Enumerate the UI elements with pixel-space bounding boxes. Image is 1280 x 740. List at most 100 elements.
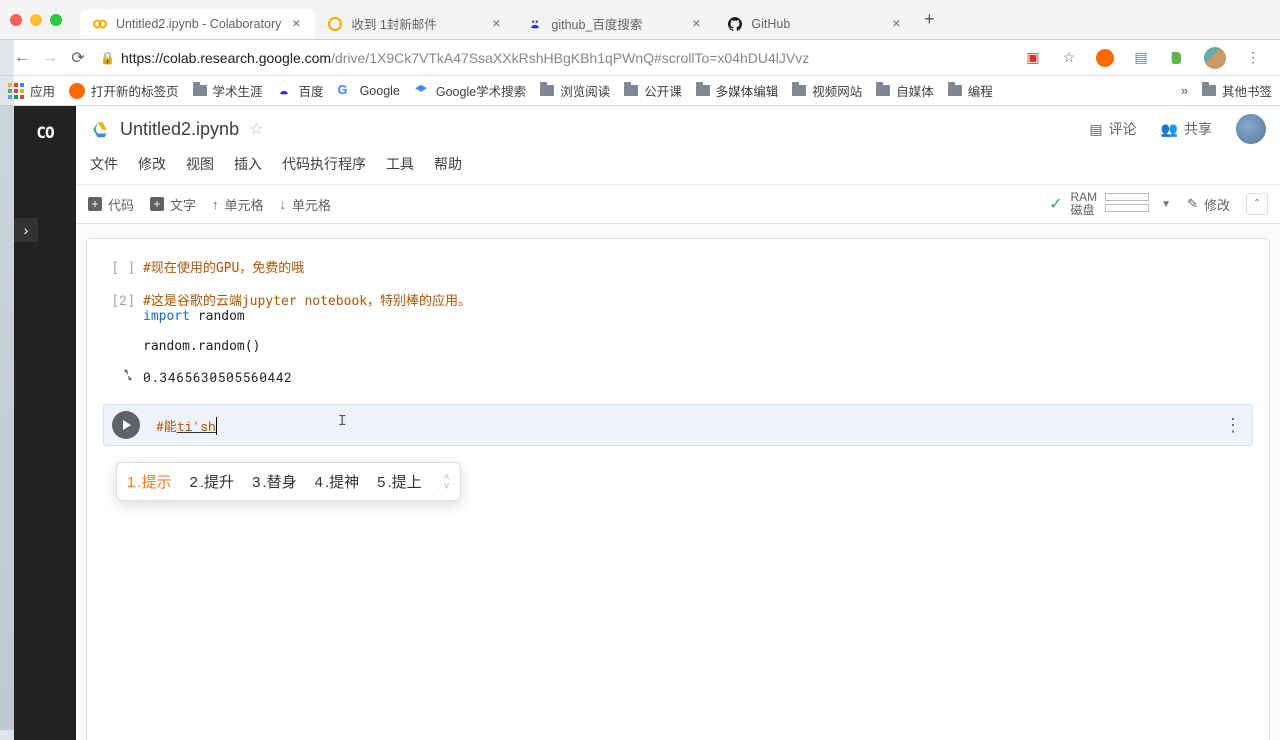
reload-button[interactable]: ⟳ — [64, 48, 92, 68]
menu-file[interactable]: 文件 — [90, 154, 118, 174]
code-call: random.random() — [143, 339, 260, 354]
bookmark-folder[interactable]: 编程 — [948, 81, 993, 100]
tab-close-icon[interactable]: × — [889, 17, 903, 31]
menu-edit[interactable]: 修改 — [138, 154, 166, 174]
extension-orange-icon[interactable] — [1096, 49, 1114, 67]
other-bookmarks[interactable]: 其他书签 — [1202, 81, 1272, 100]
expand-button[interactable]: ˆ — [1246, 193, 1268, 215]
tab-mail[interactable]: 收到 1封新邮件 × — [315, 9, 515, 39]
ime-cand-text: 替身 — [267, 474, 297, 491]
add-code-button[interactable]: +代码 — [88, 195, 134, 214]
menu-tools[interactable]: 工具 — [386, 154, 414, 174]
mail-favicon-icon — [327, 16, 343, 32]
url-path: /drive/1X9Ck7VTkA47SsaXXkRshHBgKBh1qPWnQ… — [331, 50, 809, 66]
ime-cand-num: 3 — [252, 474, 260, 491]
cell-down-label: 单元格 — [292, 195, 331, 214]
profile-avatar[interactable] — [1204, 47, 1226, 69]
comment-button[interactable]: ▤评论 — [1089, 119, 1136, 139]
code-cell-2[interactable]: [2] #这是谷歌的云端jupyter notebook，特别棒的应用。 imp… — [103, 290, 1253, 354]
tab-close-icon[interactable]: × — [289, 17, 303, 31]
bookmark-label: Google — [360, 84, 400, 98]
ime-candidate[interactable]: 3.替身 — [252, 471, 297, 492]
bookmark-item[interactable]: 百度 — [277, 81, 324, 100]
bookmark-item[interactable]: GGoogle — [338, 83, 400, 99]
menu-view[interactable]: 视图 — [186, 154, 214, 174]
output-value: 0.3465630505560442 — [143, 368, 292, 386]
bookmark-folder[interactable]: 学术生涯 — [193, 81, 263, 100]
window-close-button[interactable] — [10, 14, 22, 26]
tab-close-icon[interactable]: × — [489, 17, 503, 31]
ime-page-arrows[interactable]: ˄˅ — [444, 473, 450, 491]
code-editor[interactable]: #能ti'sh I — [148, 406, 1252, 445]
disk-meter — [1105, 204, 1149, 212]
bookmark-folder[interactable]: 视频网站 — [792, 81, 862, 100]
output-icon[interactable] — [103, 368, 135, 386]
cell-down-button[interactable]: 单元格 — [280, 195, 332, 214]
run-cell-button[interactable] — [112, 411, 140, 439]
add-text-button[interactable]: +文字 — [150, 195, 196, 214]
code-comment: #现在使用的GPU，免费的哦 — [143, 261, 304, 276]
folder-icon — [948, 85, 962, 96]
tab-github[interactable]: GitHub × — [715, 9, 915, 39]
bookmark-label: 学术生涯 — [213, 81, 263, 100]
edit-button[interactable]: ✎修改 — [1187, 195, 1230, 214]
arrow-down-icon — [280, 197, 287, 212]
menu-runtime[interactable]: 代码执行程序 — [282, 154, 366, 174]
new-tab-button[interactable]: + — [915, 9, 943, 30]
cell-menu-icon[interactable]: ⋮ — [1224, 415, 1242, 436]
sidebar-expand-button[interactable]: › — [14, 218, 38, 242]
browser-toolbar: ← → ⟳ 🔒 https://colab.research.google.co… — [0, 40, 1280, 76]
dropdown-icon[interactable]: ▼ — [1161, 199, 1171, 210]
folder-icon — [696, 85, 710, 96]
bookmarks-overflow-icon[interactable]: » — [1181, 84, 1188, 98]
bookmark-label: Google学术搜索 — [436, 81, 526, 100]
user-avatar[interactable] — [1236, 114, 1266, 144]
forward-button[interactable]: → — [36, 49, 64, 67]
menu-insert[interactable]: 插入 — [234, 154, 262, 174]
folder-icon — [540, 85, 554, 96]
cell-up-label: 单元格 — [225, 195, 264, 214]
apps-shortcut[interactable]: 应用 — [8, 81, 55, 100]
ime-cand-text: 提升 — [204, 474, 234, 491]
bookmark-folder[interactable]: 浏览阅读 — [540, 81, 610, 100]
notebook-title[interactable]: Untitled2.ipynb — [120, 119, 239, 140]
code-cell-1[interactable]: [ ] #现在使用的GPU，免费的哦 — [103, 257, 1253, 276]
tabs-container: Untitled2.ipynb - Colaboratory × 收到 1封新邮… — [80, 0, 1270, 39]
chrome-menu-icon[interactable]: ⋮ — [1244, 49, 1262, 67]
bookmark-folder[interactable]: 自媒体 — [876, 81, 934, 100]
share-button[interactable]: 👥共享 — [1161, 119, 1212, 139]
colab-logo-icon[interactable]: CO — [27, 120, 63, 144]
window-controls — [10, 14, 62, 26]
ram-meter — [1105, 193, 1149, 201]
menu-help[interactable]: 帮助 — [434, 154, 462, 174]
extension-evernote-icon[interactable] — [1168, 49, 1186, 67]
plus-icon: + — [88, 197, 102, 211]
bookmark-item[interactable]: 打开新的标签页 — [69, 81, 179, 100]
bookmark-folder[interactable]: 多媒体编辑 — [696, 81, 779, 100]
ime-candidate[interactable]: 1.提示 — [127, 471, 172, 492]
ime-candidate[interactable]: 5.提上 — [377, 471, 422, 492]
extension-blue-icon[interactable]: ▤ — [1132, 49, 1150, 67]
code-cell-active[interactable]: #能ti'sh I ⋮ — [103, 404, 1253, 446]
tab-colab[interactable]: Untitled2.ipynb - Colaboratory × — [80, 9, 315, 39]
address-bar[interactable]: 🔒 https://colab.research.google.com/driv… — [92, 50, 1024, 66]
url-text: https://colab.research.google.com/drive/… — [121, 50, 809, 66]
extension-adblock-icon[interactable]: ▣ — [1024, 49, 1042, 67]
colab-toolbar: +代码 +文字 单元格 单元格 ✓ RAM 磁盘 ▼ — [76, 184, 1280, 224]
ime-cand-text: 提示 — [142, 474, 172, 491]
star-icon[interactable]: ☆ — [249, 119, 263, 139]
window-maximize-button[interactable] — [50, 14, 62, 26]
toolbar-right-icons: ▣ ☆ ▤ ⋮ — [1024, 47, 1272, 69]
window-minimize-button[interactable] — [30, 14, 42, 26]
tab-close-icon[interactable]: × — [689, 17, 703, 31]
bookmark-label: 视频网站 — [812, 81, 862, 100]
ime-candidate[interactable]: 2.提升 — [190, 471, 235, 492]
ime-candidate[interactable]: 4.提神 — [315, 471, 360, 492]
resource-indicator[interactable]: ✓ RAM 磁盘 ▼ — [1049, 191, 1171, 217]
tab-baidu[interactable]: github_百度搜索 × — [515, 9, 715, 39]
cell-up-button[interactable]: 单元格 — [212, 195, 264, 214]
bookmark-folder[interactable]: 公开课 — [624, 81, 682, 100]
plus-icon: + — [150, 197, 164, 211]
bookmark-star-icon[interactable]: ☆ — [1060, 49, 1078, 67]
bookmark-item[interactable]: Google学术搜索 — [414, 81, 526, 100]
